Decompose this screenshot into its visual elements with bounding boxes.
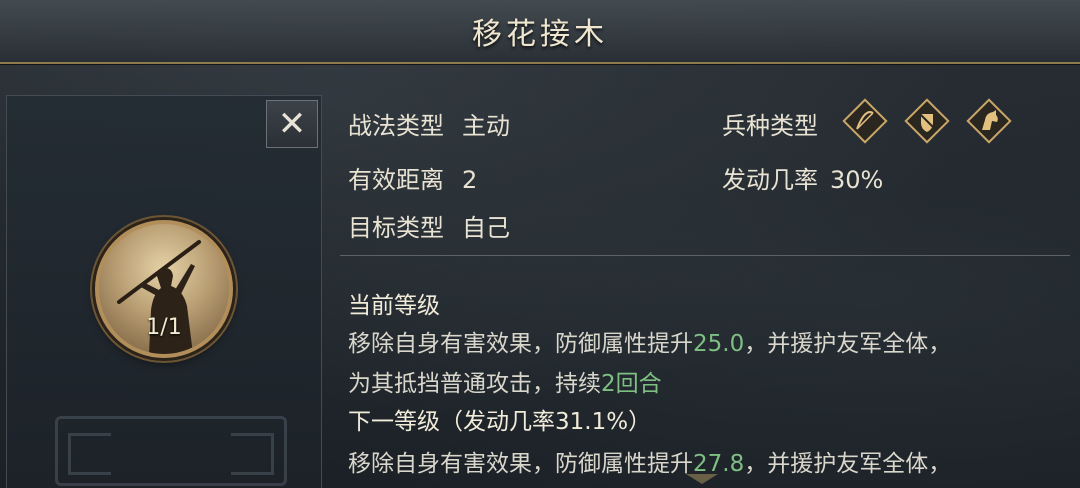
desc-text: 移除自身有害效果，防御属性提升 bbox=[348, 331, 693, 357]
tactic-type-row: 战法类型 主动 bbox=[348, 106, 510, 141]
page-title: 移花接木 bbox=[472, 17, 608, 52]
defense-bonus-value: 25.0 bbox=[693, 331, 745, 357]
target-value: 自己 bbox=[462, 214, 510, 242]
desc-text: 移除自身有害效果，防御属性提升 bbox=[348, 451, 693, 477]
panel-ornament bbox=[55, 416, 287, 486]
trigger-rate-value: 30% bbox=[830, 166, 884, 194]
current-level-desc-line1: 移除自身有害效果，防御属性提升25.0，并援护友军全体， bbox=[348, 324, 951, 358]
close-button[interactable]: ✕ bbox=[266, 100, 318, 148]
desc-text: ，并援护友军全体， bbox=[744, 331, 952, 357]
next-level-heading: 下一等级（发动几率31.1%） bbox=[348, 409, 652, 435]
shield-icon[interactable] bbox=[904, 98, 950, 144]
divider bbox=[340, 255, 1070, 256]
current-level-desc-line2: 为其抵挡普通攻击，持续2回合 bbox=[348, 364, 662, 398]
tactic-type-value: 主动 bbox=[462, 112, 510, 140]
target-label: 目标类型 bbox=[348, 214, 444, 242]
current-level-heading: 当前等级 bbox=[348, 293, 440, 319]
skill-level: 1/1 bbox=[146, 315, 182, 340]
horse-icon[interactable] bbox=[966, 98, 1012, 144]
title-bar: 移花接木 bbox=[0, 0, 1080, 64]
trigger-rate-label: 发动几率 bbox=[722, 166, 818, 194]
close-icon: ✕ bbox=[277, 104, 307, 144]
range-row: 有效距离 2 bbox=[348, 160, 477, 195]
unit-type-icons bbox=[842, 98, 1012, 144]
trigger-rate-row: 发动几率 30% bbox=[722, 160, 883, 195]
scroll-down-icon[interactable] bbox=[686, 474, 718, 484]
duration-value: 2回合 bbox=[601, 371, 662, 397]
range-label: 有效距离 bbox=[348, 166, 444, 194]
target-row: 目标类型 自己 bbox=[348, 208, 510, 243]
desc-text: 为其抵挡普通攻击，持续 bbox=[348, 371, 601, 397]
unit-type-label: 兵种类型 bbox=[722, 112, 818, 140]
skill-portrait: 1/1 bbox=[95, 220, 233, 358]
unit-type-row: 兵种类型 bbox=[722, 106, 818, 141]
range-value: 2 bbox=[462, 166, 478, 194]
desc-text: ，并援护友军全体， bbox=[744, 451, 952, 477]
next-level-desc-line1: 移除自身有害效果，防御属性提升27.8，并援护友军全体， bbox=[348, 444, 951, 478]
bow-icon[interactable] bbox=[842, 98, 888, 144]
tactic-type-label: 战法类型 bbox=[348, 112, 444, 140]
